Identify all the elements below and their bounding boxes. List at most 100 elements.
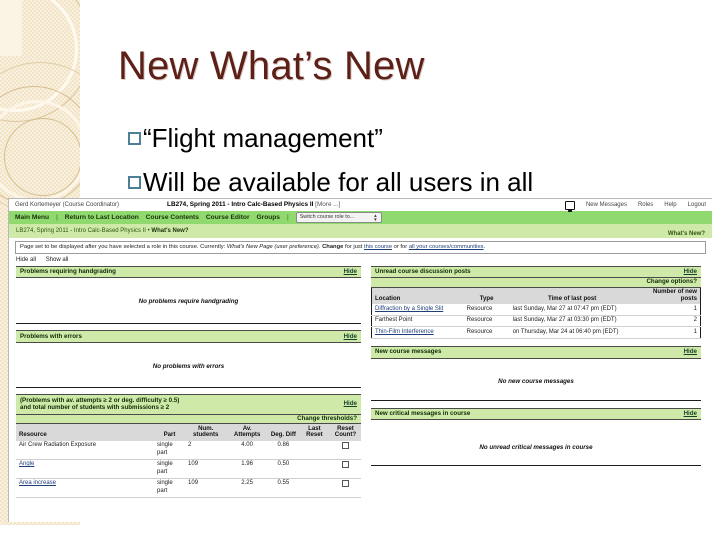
cell-location: Thin-Film Interference [371, 326, 464, 339]
cell-deg-diff: 0.55 [267, 478, 299, 498]
link-new-messages[interactable]: New Messages [586, 202, 627, 209]
table-row: Angle single part 109 1.96 0.50 [16, 459, 361, 479]
breadcrumb-path[interactable]: LB274, Spring 2011 - Intro Calc-Based Ph… [16, 228, 146, 234]
discussion-location-link[interactable]: Diffraction by a Single Slit [375, 306, 443, 312]
cell-resource: Air Crew Radiation Exposure [16, 440, 154, 460]
switch-course-role-value: Switch course role to... [299, 214, 355, 221]
menu-item-course-editor[interactable]: Course Editor [206, 214, 250, 222]
hide-link[interactable]: Hide [684, 410, 697, 418]
menu-item-return-to-last-location[interactable]: Return to Last Location [65, 214, 139, 222]
change-thresholds-link[interactable]: Change thresholds? [16, 414, 361, 425]
hide-link[interactable]: Hide [684, 268, 697, 276]
cell-new-post-count: 1 [634, 326, 701, 339]
col-part: Part [154, 424, 186, 441]
breadcrumb-current: What's New? [151, 227, 189, 234]
menu-separator: | [286, 213, 289, 221]
section-header: New course messages Hide [371, 345, 701, 359]
bullet-item-2: Will be available for all users in all [128, 167, 533, 198]
role-notice-bar: Page set to be displayed after you have … [15, 241, 706, 254]
cell-time: on Thursday, Mar 24 at 06:40 pm (EDT) [509, 326, 635, 339]
col-deg-diff: Deg. Diff [267, 424, 299, 441]
col-last-reset: Last Reset [298, 424, 330, 441]
cell-resource: Area increase [16, 478, 154, 498]
discussion-location-link[interactable]: Thin-Film Interference [375, 329, 434, 335]
notice-mid: for just [344, 244, 363, 250]
breadcrumb-text: LB274, Spring 2011 - Intro Calc-Based Ph… [16, 228, 189, 235]
section-header: Problems requiring handgrading Hide [16, 265, 361, 279]
section-title: New course messages [375, 348, 442, 356]
table-row: Farthest Point Resource last Sunday, Mar… [371, 315, 701, 328]
discussion-table: Location Type Time of last post Number o… [371, 287, 701, 339]
section-header: New critical messages in course Hide [371, 407, 701, 421]
left-column: Problems requiring handgrading Hide No p… [16, 265, 361, 504]
notice-all-courses-link[interactable]: all your courses/communities [409, 244, 484, 250]
cell-deg-diff: 0.86 [267, 440, 299, 460]
cell-last-reset [298, 459, 330, 479]
cell-time: last Sunday, Mar 27 at 07:47 pm (EDT) [509, 304, 635, 316]
section-title: Unread course discussion posts [375, 268, 471, 276]
table-row: Area increase single part 109 2.25 0.55 [16, 478, 361, 498]
loncapa-main-menu-bar: Main Menu | Return to Last Location Cour… [9, 211, 712, 224]
section-new-critical-messages: New critical messages in course Hide No … [371, 407, 701, 467]
notice-prefix: Page set to be displayed after you have … [20, 244, 226, 250]
current-user-label: Gerd Kortemeyer (Course Coordinator) [15, 201, 120, 208]
hide-all-link[interactable]: Hide all [16, 257, 36, 263]
right-column: Unread course discussion posts Hide Chan… [371, 265, 701, 504]
section-unread-discussion-posts: Unread course discussion posts Hide Chan… [371, 265, 701, 339]
cell-resource: Angle [16, 459, 154, 479]
table-row: Thin-Film Interference Resource on Thurs… [371, 326, 701, 339]
resource-link[interactable]: Angle [19, 461, 34, 467]
notice-this-course-link[interactable]: this course [364, 244, 392, 250]
cell-type: Resource [463, 326, 510, 339]
breadcrumb-right-label: What's New? [667, 231, 705, 238]
problems-table: Resource Part Num. students Av. Attempts… [16, 424, 361, 498]
switch-course-role-select[interactable]: Switch course role to... ▲ ▼ [295, 211, 382, 224]
cell-av-attempts: 1.96 [226, 459, 268, 479]
loncapa-columns: Problems requiring handgrading Hide No p… [9, 265, 712, 504]
section-problems-with-errors: Problems with errors Hide No problems wi… [16, 330, 361, 389]
link-logout[interactable]: Logout [688, 202, 706, 209]
notice-end: . [483, 244, 486, 250]
hide-link[interactable]: Hide [344, 400, 357, 408]
hide-link[interactable]: Hide [344, 333, 357, 341]
cell-av-attempts: 4.00 [226, 440, 268, 460]
section-title: (Problems with av. attempts ≥ 2 or deg. … [20, 397, 179, 413]
section-header: Problems with errors Hide [16, 330, 361, 344]
menu-item-main-menu[interactable]: Main Menu [15, 214, 49, 222]
cell-location: Farthest Point [371, 315, 464, 328]
col-location: Location [371, 287, 464, 305]
hide-link[interactable]: Hide [684, 348, 697, 356]
hide-link[interactable]: Hide [344, 268, 357, 276]
hide-show-all-controls: Hide all Show all [9, 254, 712, 266]
col-type: Type [463, 287, 510, 305]
bullet-item-2-label: Will be available for all users in all [143, 167, 534, 197]
menu-separator: | [56, 213, 58, 221]
message-icon[interactable] [564, 200, 575, 212]
cell-num-students: 109 [185, 459, 227, 479]
menu-item-course-contents[interactable]: Course Contents [146, 214, 199, 222]
reset-count-checkbox[interactable] [341, 480, 349, 488]
cell-type: Resource [463, 304, 510, 316]
table-row: Diffraction by a Single Slit Resource la… [371, 304, 701, 316]
bullet-item-1: “Flight management” [128, 123, 383, 154]
change-options-link[interactable]: Change options? [371, 278, 701, 288]
link-roles[interactable]: Roles [638, 202, 653, 209]
section-title-line1: (Problems with av. attempts ≥ 2 or deg. … [20, 396, 180, 404]
cell-num-students: 109 [185, 478, 227, 498]
cell-last-reset [298, 440, 330, 460]
course-title-label: LB274, Spring 2011 - Intro Calc-Based Ph… [167, 201, 341, 209]
section-new-course-messages: New course messages Hide No new course m… [371, 345, 701, 401]
reset-count-checkbox[interactable] [341, 461, 349, 469]
cell-part: single part [154, 478, 186, 498]
reset-count-checkbox[interactable] [341, 442, 349, 450]
sidebar-arc-inner [4, 118, 80, 196]
col-time-of-last-post: Time of last post [509, 287, 635, 305]
cell-location: Diffraction by a Single Slit [371, 304, 464, 316]
menu-item-groups[interactable]: Groups [257, 214, 280, 222]
more-label[interactable]: [More ...] [315, 201, 340, 208]
show-all-link[interactable]: Show all [46, 257, 69, 263]
resource-link[interactable]: Area increase [19, 480, 56, 486]
page-title: New What’s New [118, 44, 425, 88]
section-title: Problems with errors [20, 332, 82, 340]
link-help[interactable]: Help [664, 202, 676, 209]
